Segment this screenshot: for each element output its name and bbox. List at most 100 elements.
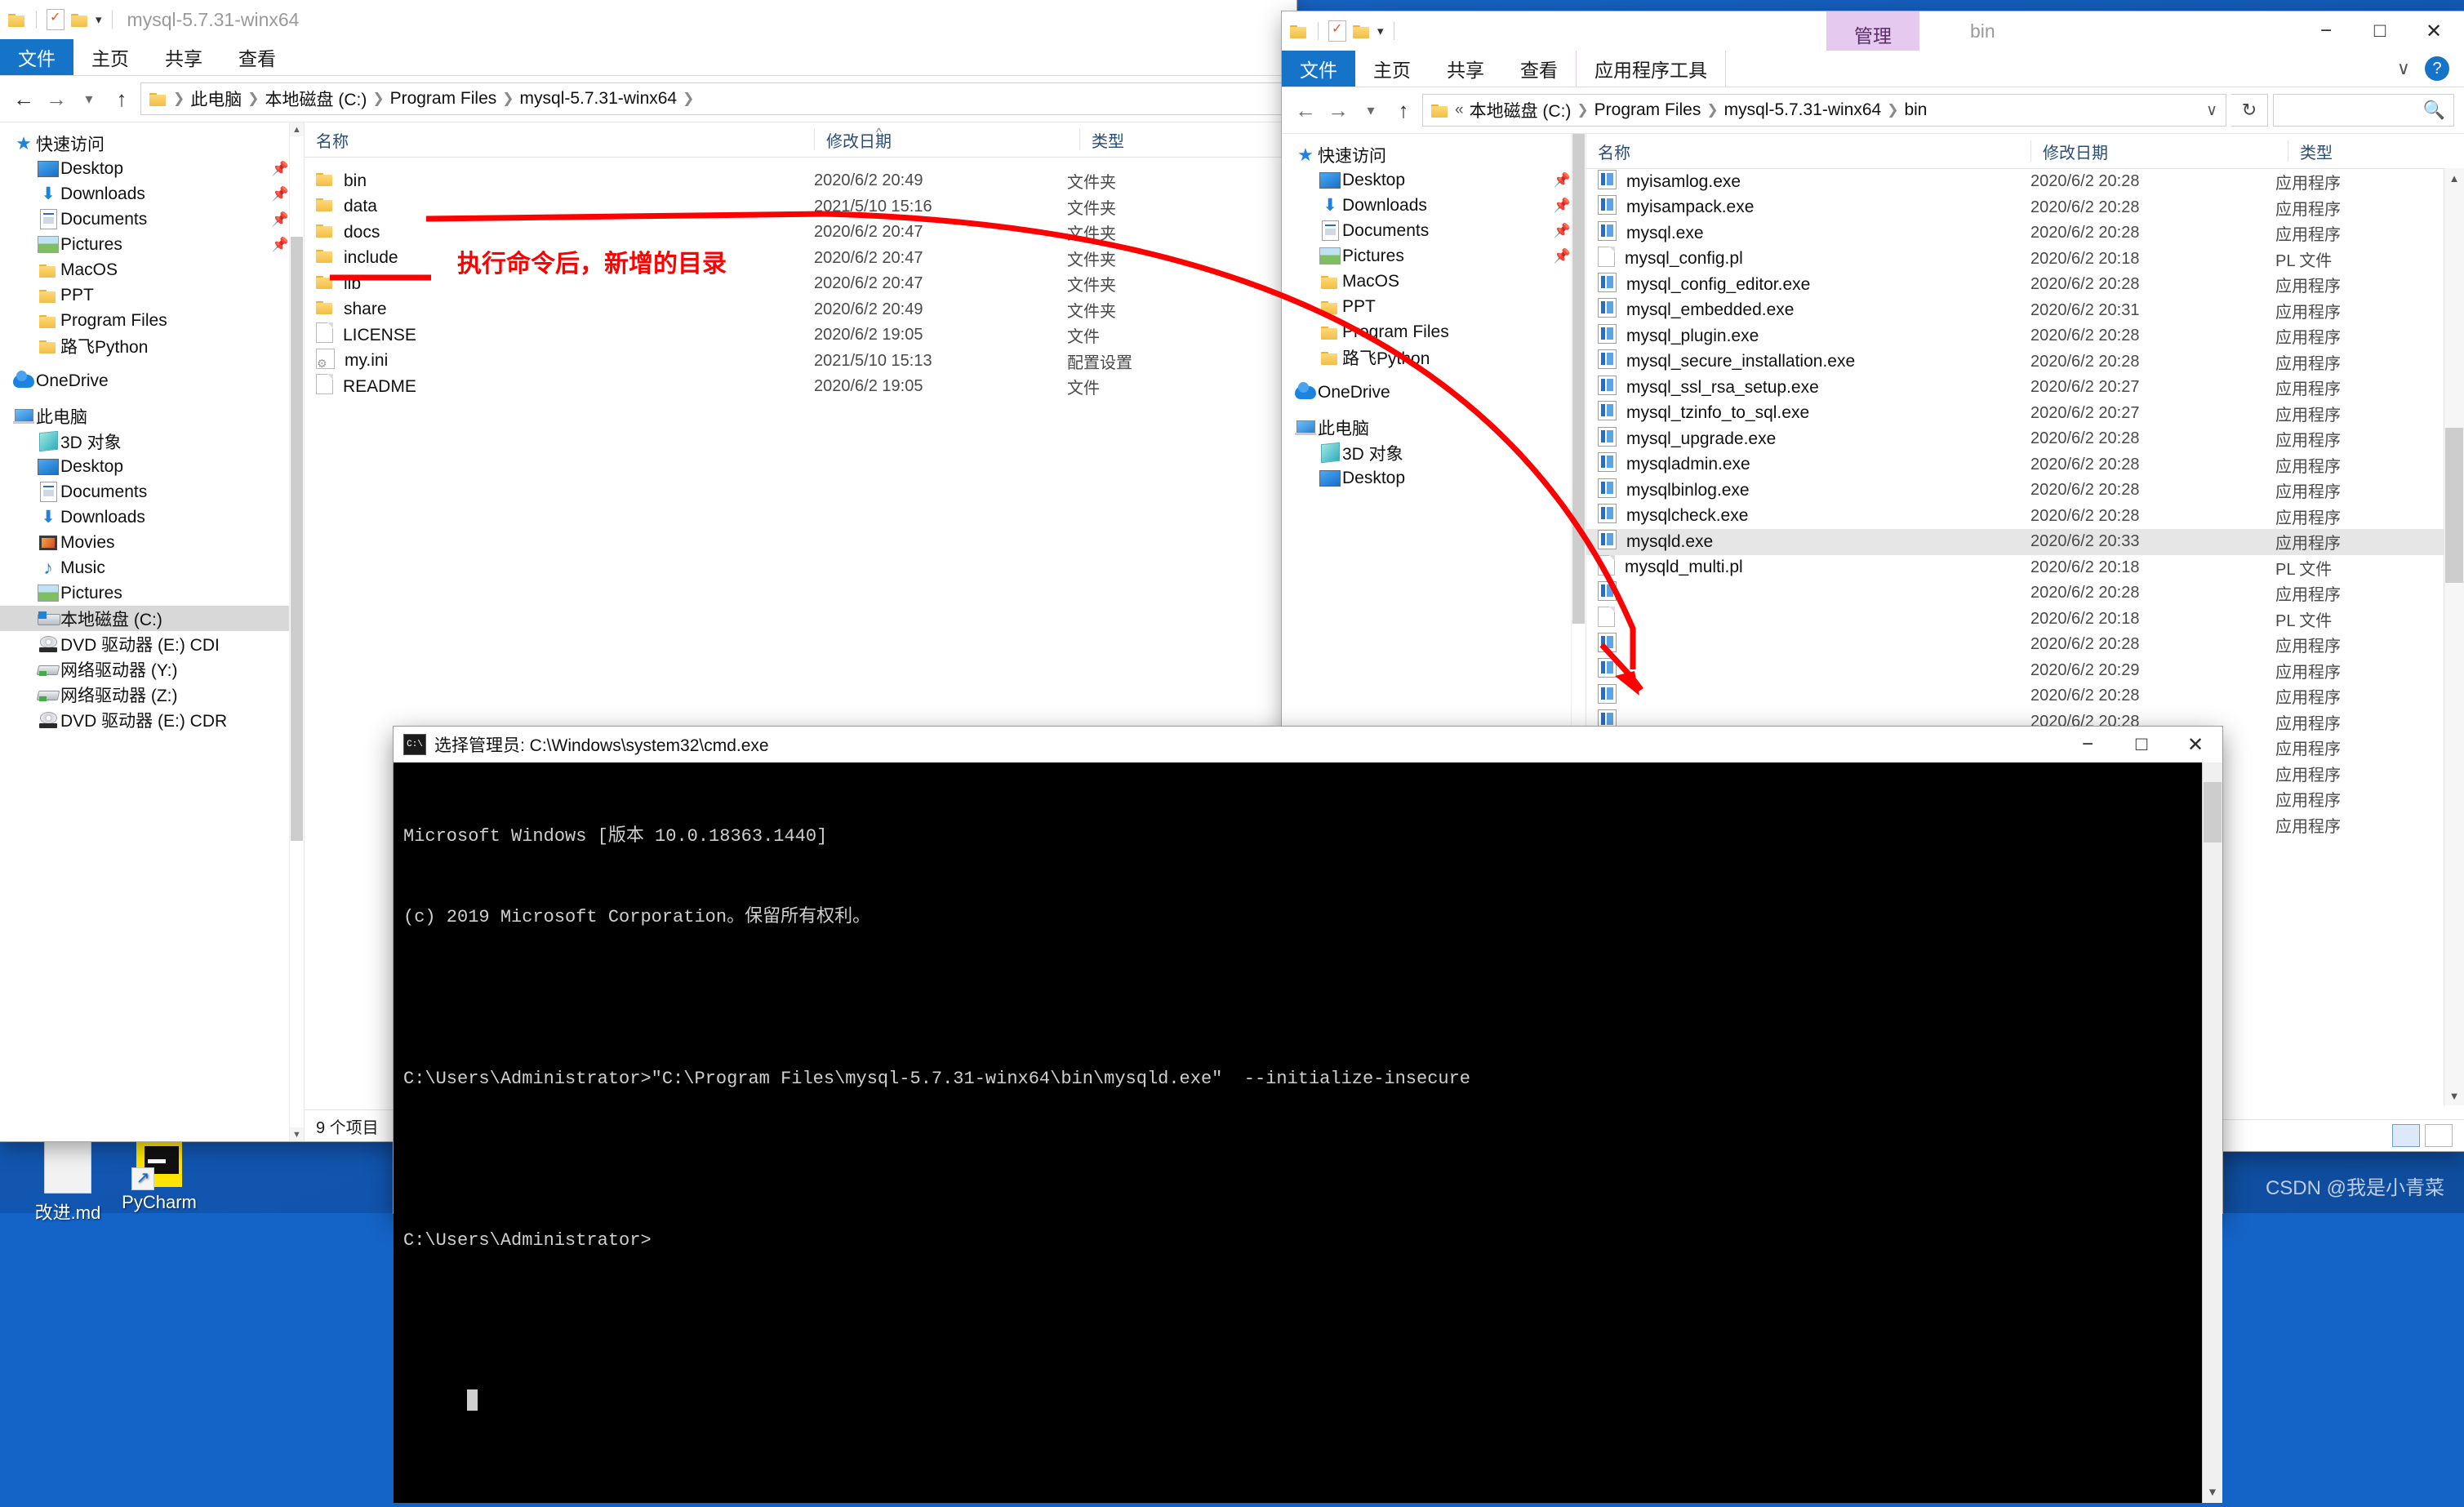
cmd-scrollbar[interactable]: ▲ ▼ xyxy=(2202,762,2222,1503)
table-row[interactable]: README 2020/6/2 19:05 文件 xyxy=(305,374,1296,400)
nav-item-Pictures[interactable]: Pictures 📌 xyxy=(0,232,304,257)
file-name-cell[interactable]: mysqlcheck.exe xyxy=(1586,504,2030,528)
up-button[interactable]: ↑ xyxy=(1390,96,1417,124)
file-name-cell[interactable]: my.ini xyxy=(305,348,814,374)
folder-icon[interactable] xyxy=(8,12,26,27)
ribbon-tab-home[interactable]: 主页 xyxy=(73,39,147,75)
nav-item-Program Files[interactable]: Program Files xyxy=(0,308,304,333)
nav-item-Pictures[interactable]: Pictures xyxy=(0,580,304,606)
forward-button[interactable]: → xyxy=(42,85,70,113)
table-row[interactable]: mysql_tzinfo_to_sql.exe 2020/6/2 20:27 应… xyxy=(1586,401,2464,427)
nav-scroll-down-arrow-icon[interactable]: ▼ xyxy=(290,1127,304,1141)
file-name-cell[interactable]: README xyxy=(305,374,814,399)
file-name-cell[interactable] xyxy=(1586,658,2030,682)
pin-icon[interactable]: 📌 xyxy=(1554,223,1571,239)
cmd-titlebar[interactable]: C:\ 选择管理员: C:\Windows\system32\cmd.exe −… xyxy=(394,727,2222,762)
details-view-icon[interactable] xyxy=(2392,1124,2420,1147)
column-header-name[interactable]: 名称 xyxy=(305,129,814,151)
cmd-close-button[interactable]: ✕ xyxy=(2168,726,2222,763)
help-icon[interactable]: ? xyxy=(2425,56,2449,81)
nav-item-本地磁盘 (C:)[interactable]: 本地磁盘 (C:) xyxy=(0,606,304,631)
nav-item-MacOS[interactable]: MacOS xyxy=(0,257,304,282)
list-scroll-down-arrow-icon[interactable]: ▼ xyxy=(2444,1086,2464,1105)
file-name-cell[interactable]: mysql_secure_installation.exe xyxy=(1586,349,2030,374)
breadcrumb-item-2[interactable]: Program Files xyxy=(390,89,497,109)
collapse-ribbon-chevron-icon[interactable]: ∨ xyxy=(2397,58,2410,79)
close-button[interactable]: ✕ xyxy=(2407,12,2461,50)
desktop-icon-pycharm[interactable]: ↗ PyCharm xyxy=(98,1141,220,1213)
column-header-type[interactable]: 类型 xyxy=(2288,140,2464,162)
breadcrumb-item-0[interactable]: 本地磁盘 (C:) xyxy=(1470,98,1572,122)
list-scroll-up-arrow-icon[interactable]: ▲ xyxy=(2444,168,2464,188)
breadcrumb[interactable]: ❯ 此电脑 ❯ 本地磁盘 (C:) ❯ Program Files ❯ mysq… xyxy=(140,82,1287,115)
file-list-scrollbar-2[interactable]: ▲ ▼ xyxy=(2444,168,2464,1105)
breadcrumb-item-2[interactable]: mysql-5.7.31-winx64 xyxy=(1724,100,1882,120)
nav-item-PPT[interactable]: PPT xyxy=(0,282,304,308)
nav-item-Downloads[interactable]: ⬇ Downloads xyxy=(0,505,304,530)
file-name-cell[interactable]: mysql_config_editor.exe xyxy=(1586,272,2030,297)
pin-icon[interactable]: 📌 xyxy=(272,211,289,228)
nav-item-3D 对象[interactable]: 3D 对象 xyxy=(1282,440,1586,465)
breadcrumb-item-1[interactable]: 本地磁盘 (C:) xyxy=(265,87,367,111)
table-row[interactable]: LICENSE 2020/6/2 19:05 文件 xyxy=(305,322,1296,349)
nav-scroll-up-arrow-icon[interactable]: ▲ xyxy=(290,122,304,136)
properties-icon[interactable]: ✓ xyxy=(1328,20,1346,42)
navigation-pane-explorer1[interactable]: ★ 快速访问 Desktop 📌 ⬇ Downloads 📌 Documents… xyxy=(0,122,304,1141)
ribbon-tab-application-tools[interactable]: 应用程序工具 xyxy=(1576,51,1726,87)
file-name-cell[interactable] xyxy=(1586,606,2030,632)
nav-item-PPT[interactable]: PPT xyxy=(1282,294,1586,319)
table-row[interactable]: data 2021/5/10 15:16 文件夹 xyxy=(305,194,1296,220)
ribbon-right-controls[interactable]: ∨ ? xyxy=(2397,51,2464,87)
pin-icon[interactable]: 📌 xyxy=(272,161,289,177)
navigation-bar-explorer2[interactable]: ← → ▾ ↑ « 本地磁盘 (C:) ❯ Program Files ❯ my… xyxy=(1282,87,2464,133)
folder-icon[interactable] xyxy=(1290,24,1308,38)
titlebar-explorer2[interactable]: ✓ ▾ 管理 bin − □ ✕ xyxy=(1282,11,2464,56)
table-row[interactable]: mysqld.exe 2020/6/2 20:33 应用程序 xyxy=(1586,529,2464,555)
table-row[interactable]: mysql_plugin.exe 2020/6/2 20:28 应用程序 xyxy=(1586,323,2464,349)
table-row[interactable]: docs 2020/6/2 20:47 文件夹 xyxy=(305,220,1296,246)
contextual-tab-manage[interactable]: 管理 xyxy=(1826,11,1919,56)
table-row[interactable]: 2020/6/2 20:18 PL 文件 xyxy=(1586,606,2464,633)
pin-icon[interactable]: 📌 xyxy=(1554,172,1571,189)
file-name-cell[interactable]: docs xyxy=(305,223,814,242)
nav-item-3D 对象[interactable]: 3D 对象 xyxy=(0,429,304,454)
column-headers-explorer1[interactable]: 名称 修改日期 类型 xyxy=(305,122,1296,158)
file-name-cell[interactable]: mysql_upgrade.exe xyxy=(1586,426,2030,451)
nav-item-onedrive[interactable]: OneDrive xyxy=(1282,380,1586,405)
table-row[interactable]: mysql_config_editor.exe 2020/6/2 20:28 应… xyxy=(1586,272,2464,298)
back-button[interactable]: ← xyxy=(1292,96,1319,124)
table-row[interactable]: myisamlog.exe 2020/6/2 20:28 应用程序 xyxy=(1586,169,2464,195)
breadcrumb-item-0[interactable]: 此电脑 xyxy=(190,87,242,111)
table-row[interactable]: 2020/6/2 20:28 应用程序 xyxy=(1586,683,2464,709)
cmd-minimize-button[interactable]: − xyxy=(2061,726,2115,763)
window-controls[interactable]: − □ ✕ xyxy=(2299,12,2461,50)
file-name-cell[interactable]: mysql_embedded.exe xyxy=(1586,298,2030,322)
back-button[interactable]: ← xyxy=(10,85,38,113)
pin-icon[interactable]: 📌 xyxy=(272,237,289,253)
column-header-date[interactable]: 修改日期 xyxy=(814,129,1079,151)
table-row[interactable]: my.ini 2021/5/10 15:13 配置设置 xyxy=(305,348,1296,375)
forward-button[interactable]: → xyxy=(1324,96,1352,124)
table-row[interactable]: mysqlbinlog.exe 2020/6/2 20:28 应用程序 xyxy=(1586,478,2464,504)
large-icons-view-icon[interactable] xyxy=(2425,1124,2453,1147)
nav-group-quick-access[interactable]: ★ 快速访问 xyxy=(1282,142,1586,167)
file-name-cell[interactable]: myisamlog.exe xyxy=(1586,169,2030,194)
nav-item-Program Files[interactable]: Program Files xyxy=(1282,319,1586,345)
nav-item-DVD 驱动器 (E:) CDI[interactable]: DVD 驱动器 (E:) CDI xyxy=(0,631,304,656)
list-scroll-thumb[interactable] xyxy=(2445,428,2463,583)
breadcrumb-item-1[interactable]: Program Files xyxy=(1594,100,1701,120)
customize-qat-chevron-down-icon[interactable]: ▾ xyxy=(96,12,102,27)
nav-item-Desktop[interactable]: Desktop xyxy=(0,454,304,479)
column-header-type[interactable]: 类型 xyxy=(1079,129,1296,151)
ribbon-tab-share[interactable]: 共享 xyxy=(147,39,220,75)
file-name-cell[interactable]: mysqladmin.exe xyxy=(1586,452,2030,477)
file-name-cell[interactable]: mysqld_multi.pl xyxy=(1586,554,2030,580)
file-name-cell[interactable]: myisampack.exe xyxy=(1586,195,2030,220)
table-row[interactable]: lib 2020/6/2 20:47 文件夹 xyxy=(305,271,1296,297)
table-row[interactable]: include 2020/6/2 20:47 文件夹 xyxy=(305,246,1296,272)
table-row[interactable]: mysqld_multi.pl 2020/6/2 20:18 PL 文件 xyxy=(1586,554,2464,581)
nav-item-Downloads[interactable]: ⬇ Downloads 📌 xyxy=(0,181,304,207)
minimize-button[interactable]: − xyxy=(2299,12,2353,50)
table-row[interactable]: mysqladmin.exe 2020/6/2 20:28 应用程序 xyxy=(1586,452,2464,478)
refresh-button[interactable]: ↻ xyxy=(2231,94,2268,127)
